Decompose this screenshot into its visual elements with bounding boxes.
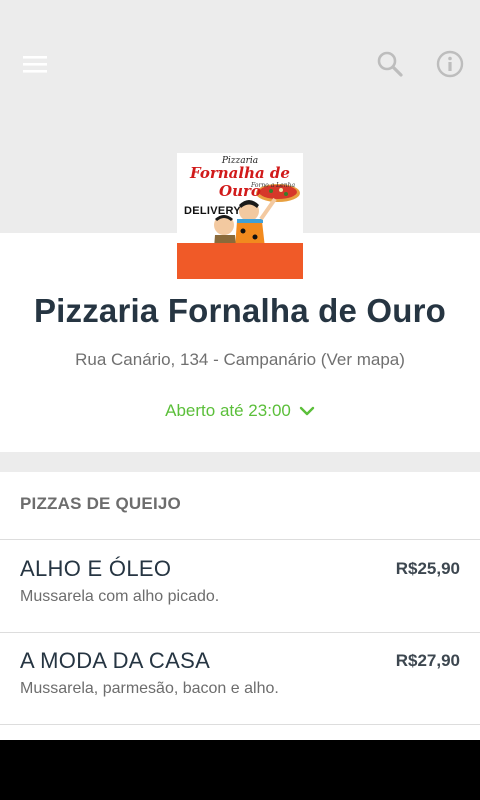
menu-item-description: Mussarela com alho picado. [20, 588, 220, 605]
section-separator [0, 452, 480, 472]
store-logo: Pizzaria Fornalha de Ouro Forno a Lenha … [177, 153, 303, 279]
menu-item[interactable]: A MODA DA CASA Mussarela, parmesão, baco… [0, 632, 480, 724]
menu-item-price: R$27,90 [395, 651, 460, 670]
menu-item[interactable]: ALHO E ÓLEO Mussarela com alho picado. R… [0, 540, 480, 632]
logo-subtitle: Forno a Lenha [251, 182, 296, 189]
search-icon[interactable] [370, 44, 410, 84]
menu-section-title: PIZZAS DE QUEIJO [20, 494, 181, 513]
info-icon[interactable] [430, 44, 470, 84]
opening-hours-text: Aberto até 23:00 [165, 401, 291, 420]
opening-hours-toggle[interactable]: Aberto até 23:00 [0, 401, 480, 421]
menu-item-description: Mussarela, parmesão, bacon e alho. [20, 680, 279, 697]
store-name: Pizzaria Fornalha de Ouro [33, 292, 447, 329]
menu-item-name: A MODA DA CASA [20, 648, 211, 673]
logo-delivery-text: DELIVERY [184, 205, 242, 217]
logo-bottom-band [177, 243, 303, 279]
menu-item-price: R$25,90 [395, 559, 460, 578]
hamburger-menu-icon[interactable] [15, 44, 55, 84]
menu-item-name: ALHO E ÓLEO [20, 556, 172, 581]
divider [0, 724, 480, 725]
system-navigation-bar [0, 740, 480, 800]
store-address[interactable]: Rua Canário, 134 - Campanário (Ver mapa) [0, 350, 480, 370]
chevron-down-icon [299, 406, 315, 416]
